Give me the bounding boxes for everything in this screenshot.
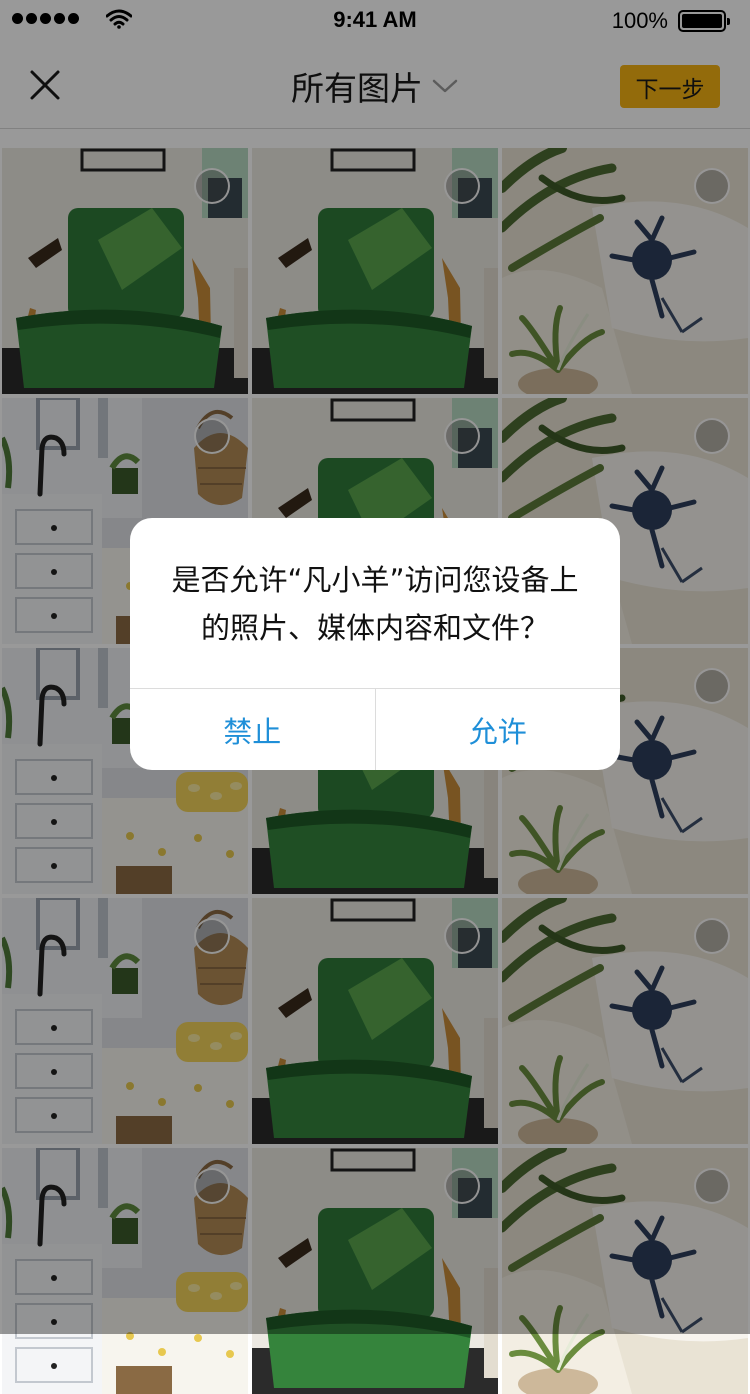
allow-button[interactable]: 允许 [374, 689, 621, 770]
alert-actions: 禁止 允许 [130, 688, 620, 770]
alert-message: 是否允许“凡小羊”访问您设备上 的照片、媒体内容和文件？ [130, 556, 620, 652]
alert-message-line-2: 的照片、媒体内容和文件？ [200, 611, 549, 645]
permission-alert: 是否允许“凡小羊”访问您设备上 的照片、媒体内容和文件？ 禁止 允许 [130, 518, 620, 770]
alert-message-line-1: 是否允许“凡小羊”访问您设备上 [171, 563, 579, 597]
deny-button[interactable]: 禁止 [130, 689, 375, 770]
